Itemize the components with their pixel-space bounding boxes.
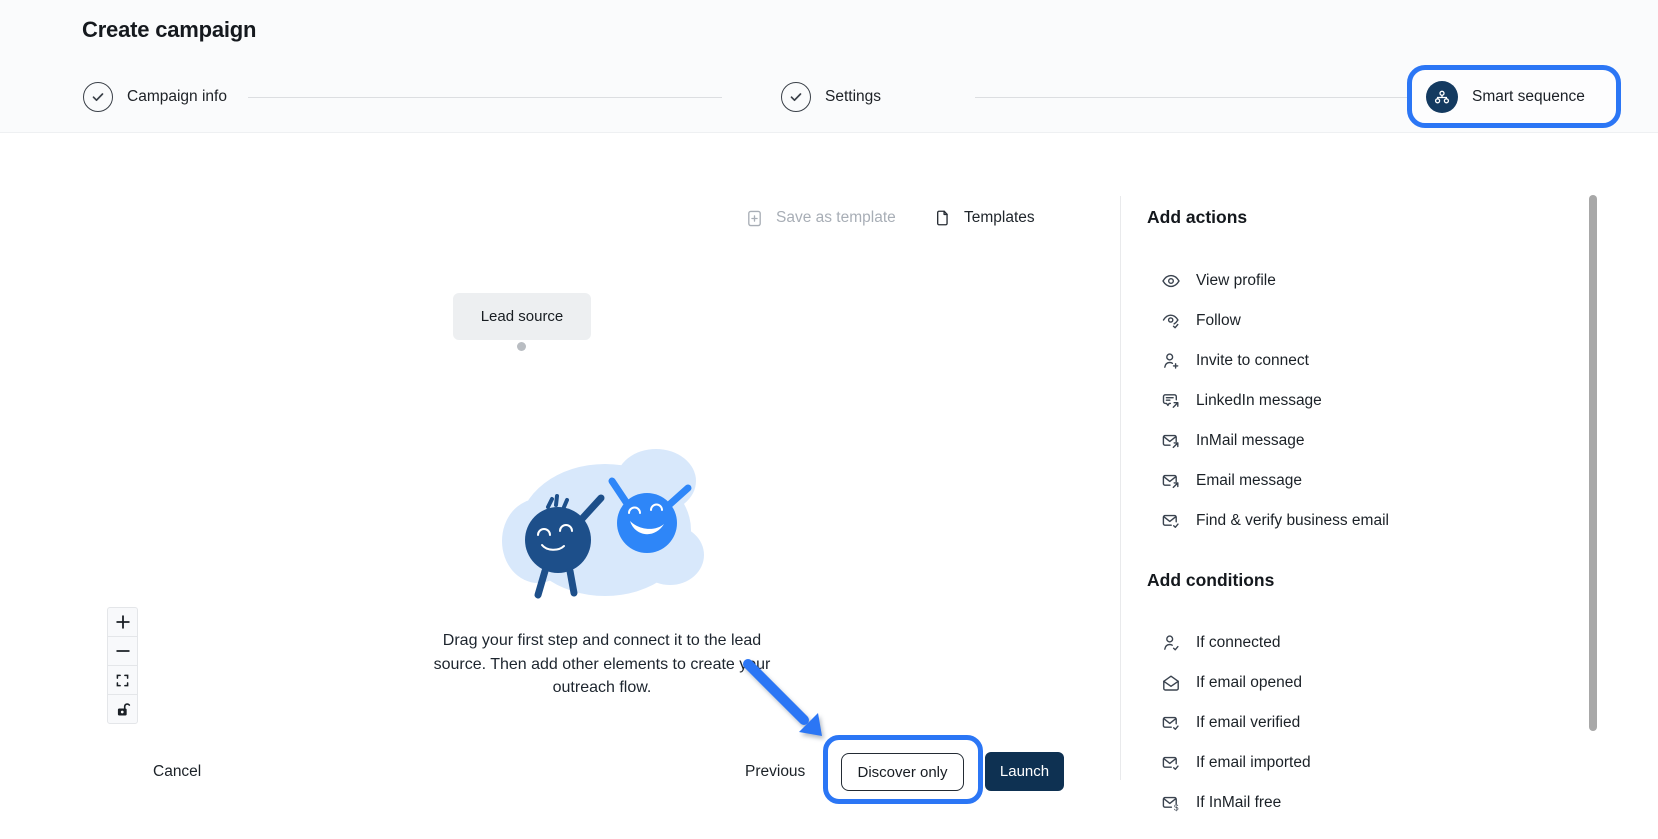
zoom-in-button[interactable]: [107, 607, 138, 637]
check-circle-icon: [83, 82, 113, 112]
empty-state-illustration: [480, 425, 725, 605]
action-label: LinkedIn message: [1196, 392, 1322, 410]
actions-list: View profile Follow Invite to connect Li…: [1161, 261, 1389, 541]
condition-label: If InMail free: [1196, 794, 1281, 812]
eye-check-icon: [1161, 311, 1181, 331]
envelope-check-icon: [1161, 753, 1181, 773]
empty-state-text: Drag your first step and connect it to t…: [428, 629, 776, 700]
empty-state-line: source. Then add other elements to creat…: [428, 653, 776, 677]
condition-item-if-inmail-free[interactable]: $ If InMail free: [1161, 783, 1311, 823]
empty-state-line: Drag your first step and connect it to t…: [428, 629, 776, 653]
step-connector: [248, 97, 722, 98]
add-conditions-title: Add conditions: [1147, 570, 1274, 591]
action-label: View profile: [1196, 272, 1276, 290]
condition-label: If email opened: [1196, 674, 1302, 692]
envelope-check-icon: [1161, 713, 1181, 733]
envelope-open-icon: [1161, 673, 1181, 693]
action-item-invite-to-connect[interactable]: Invite to connect: [1161, 341, 1389, 381]
condition-label: If connected: [1196, 634, 1280, 652]
conditions-list: If connected If email opened If email ve…: [1161, 623, 1311, 823]
lock-button[interactable]: [107, 694, 138, 724]
action-item-inmail-message[interactable]: InMail message: [1161, 421, 1389, 461]
header: Create campaign Campaign info Settings S…: [0, 0, 1658, 133]
save-as-template-button[interactable]: Save as template: [745, 207, 896, 229]
condition-item-if-connected[interactable]: If connected: [1161, 623, 1311, 663]
person-plus-icon: [1161, 351, 1181, 371]
envelope-arrow-icon: [1161, 471, 1181, 491]
add-actions-title: Add actions: [1147, 207, 1247, 228]
action-label: Email message: [1196, 472, 1302, 490]
empty-state-line: outreach flow.: [428, 676, 776, 700]
chat-arrow-icon: [1161, 391, 1181, 411]
step-label: Campaign info: [127, 88, 227, 106]
svg-text:$: $: [1174, 804, 1179, 813]
action-item-linkedin-message[interactable]: LinkedIn message: [1161, 381, 1389, 421]
step-smart-sequence[interactable]: Smart sequence: [1407, 65, 1621, 128]
condition-label: If email verified: [1196, 714, 1300, 732]
eye-icon: [1161, 271, 1181, 291]
person-check-icon: [1161, 633, 1181, 653]
action-item-follow[interactable]: Follow: [1161, 301, 1389, 341]
step-label: Smart sequence: [1472, 88, 1585, 106]
templates-button[interactable]: Templates: [934, 207, 1035, 229]
launch-label: Launch: [1000, 763, 1049, 780]
envelope-dollar-icon: $: [1161, 793, 1181, 813]
step-label: Settings: [825, 88, 881, 106]
condition-item-if-email-opened[interactable]: If email opened: [1161, 663, 1311, 703]
envelope-check-icon: [1161, 511, 1181, 531]
action-label: Invite to connect: [1196, 352, 1309, 370]
lead-source-label: Lead source: [481, 308, 564, 325]
previous-button[interactable]: Previous: [745, 763, 805, 781]
action-label: Follow: [1196, 312, 1241, 330]
discover-only-button[interactable]: Discover only: [841, 753, 964, 791]
sidebar-divider: [1120, 196, 1121, 780]
step-connector: [975, 97, 1413, 98]
action-item-email-message[interactable]: Email message: [1161, 461, 1389, 501]
action-label: InMail message: [1196, 432, 1305, 450]
step-settings[interactable]: Settings: [781, 82, 881, 112]
action-label: Find & verify business email: [1196, 512, 1389, 530]
page-title: Create campaign: [82, 17, 256, 43]
cancel-button[interactable]: Cancel: [153, 763, 201, 781]
save-as-template-label: Save as template: [776, 209, 896, 227]
launch-button[interactable]: Launch: [985, 752, 1064, 791]
sidebar-scrollbar[interactable]: [1589, 195, 1597, 731]
condition-item-if-email-imported[interactable]: If email imported: [1161, 743, 1311, 783]
action-item-find-verify-business-email[interactable]: Find & verify business email: [1161, 501, 1389, 541]
condition-label: If email imported: [1196, 754, 1311, 772]
condition-item-if-email-verified[interactable]: If email verified: [1161, 703, 1311, 743]
templates-label: Templates: [964, 209, 1035, 227]
canvas-zoom-controls: [107, 607, 138, 724]
envelope-arrow-icon: [1161, 431, 1181, 451]
lead-source-node[interactable]: Lead source: [453, 293, 591, 340]
fit-view-button[interactable]: [107, 665, 138, 695]
step-campaign-info[interactable]: Campaign info: [83, 82, 227, 112]
zoom-out-button[interactable]: [107, 636, 138, 666]
lead-source-connector-handle[interactable]: [517, 342, 526, 351]
discover-only-label: Discover only: [857, 764, 947, 781]
action-item-view-profile[interactable]: View profile: [1161, 261, 1389, 301]
check-circle-icon: [781, 82, 811, 112]
sequence-icon: [1426, 81, 1458, 113]
